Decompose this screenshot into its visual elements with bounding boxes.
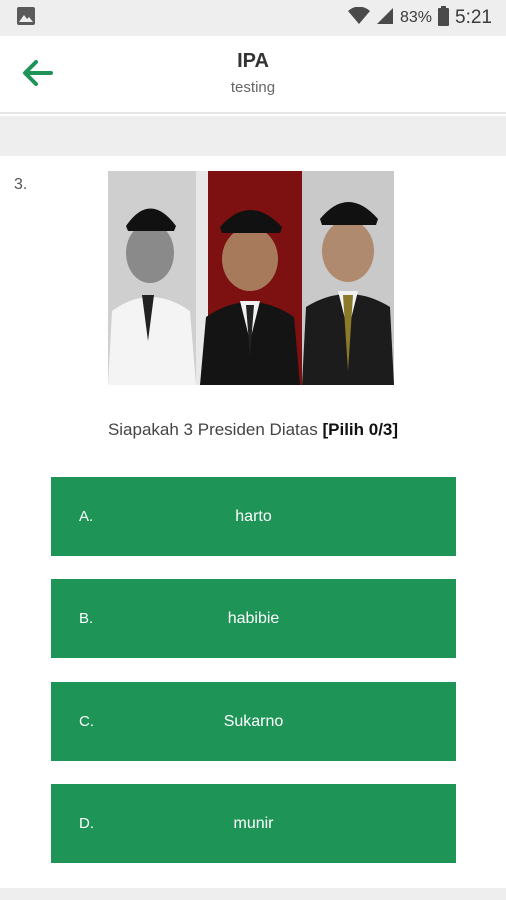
option-c-button[interactable]: C. Sukarno [51,682,456,761]
title-block: IPA testing [0,50,506,96]
wifi-icon [347,6,370,30]
option-text: habibie [227,609,280,627]
pick-counter: [Pilih 0/3] [322,420,399,439]
status-time: 5:21 [455,7,492,28]
option-letter: B. [79,610,94,627]
bottom-edge [0,888,506,900]
portrait-left [108,171,196,385]
status-bar: 83% 5:21 [0,0,506,36]
battery-icon [438,5,450,31]
question-label: Siapakah 3 Presiden Diatas [107,420,318,439]
option-b-button[interactable]: B. habibie [51,579,456,658]
divider-band [0,116,506,156]
question-card: 3. Siapakah 3 Presiden Diatas [Pilih 0/3… [0,156,506,890]
question-text: Siapakah 3 Presiden Diatas [Pilih 0/3] [0,420,506,440]
option-text: munir [233,814,274,832]
option-text: Sukarno [223,712,284,730]
option-d-button[interactable]: D. munir [51,784,456,863]
portrait-right [302,171,394,385]
option-letter: A. [79,508,94,525]
question-image [108,171,394,385]
app-bar: IPA testing [0,36,506,114]
question-number: 3. [14,176,28,193]
image-notification-icon [16,6,36,31]
page-title: IPA [237,50,269,72]
battery-percent: 83% [399,9,433,26]
cellular-signal-icon [376,7,394,30]
page-subtitle: testing [230,79,276,96]
option-a-button[interactable]: A. harto [51,477,456,556]
option-text: harto [235,507,272,525]
option-letter: C. [79,713,94,730]
portrait-middle [196,171,302,385]
option-letter: D. [79,815,94,832]
